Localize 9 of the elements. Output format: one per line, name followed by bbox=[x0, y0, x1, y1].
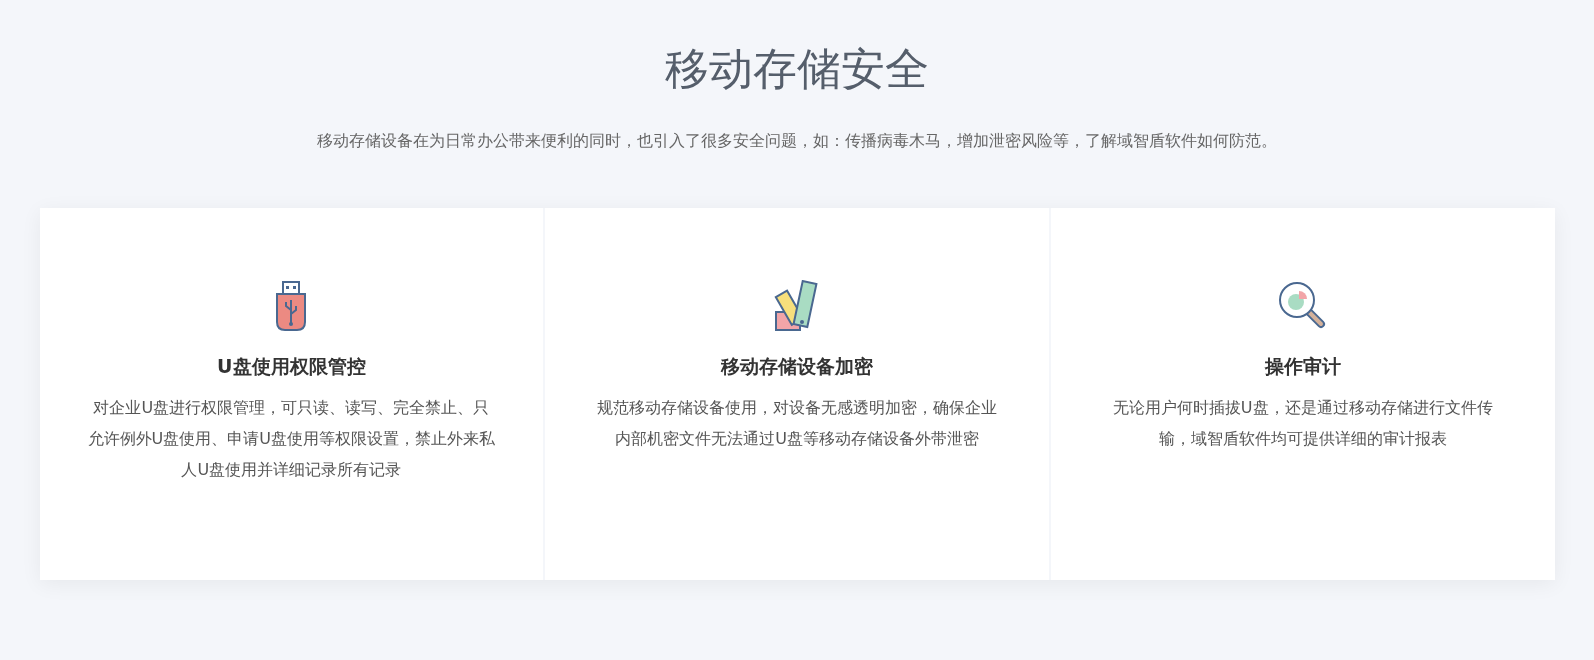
card-title: U盘使用权限管控 bbox=[217, 354, 366, 379]
section-title: 移动存储安全 bbox=[665, 42, 929, 96]
card-description: 对企业U盘进行权限管理，可只读、读写、完全禁止、只允许例外U盘使用、申请U盘使用等权限设置，禁止外来私人U盘使用并详细记录所有记录 bbox=[86, 397, 497, 481]
card-description: 无论用户何时插拔U盘，还是通过移动存储进行文件传输，域智盾软件均可提供详细的审计报表 bbox=[1111, 397, 1494, 450]
card-title: 操作审计 bbox=[1264, 354, 1341, 379]
section-description: 移动存储设备在为日常办公带来便利的同时，也引入了很多安全问题，如：传播病毒木马，增加泄密风险等，了解域智盾软件如何防范。 bbox=[316, 130, 1278, 152]
color-swatch-icon bbox=[774, 280, 820, 332]
card-title: 移动存储设备加密 bbox=[721, 354, 873, 379]
card-description: 规范移动存储设备使用，对设备无感透明加密，确保企业内部机密文件无法通过U盘等移动存储设备外带泄密 bbox=[596, 397, 998, 450]
